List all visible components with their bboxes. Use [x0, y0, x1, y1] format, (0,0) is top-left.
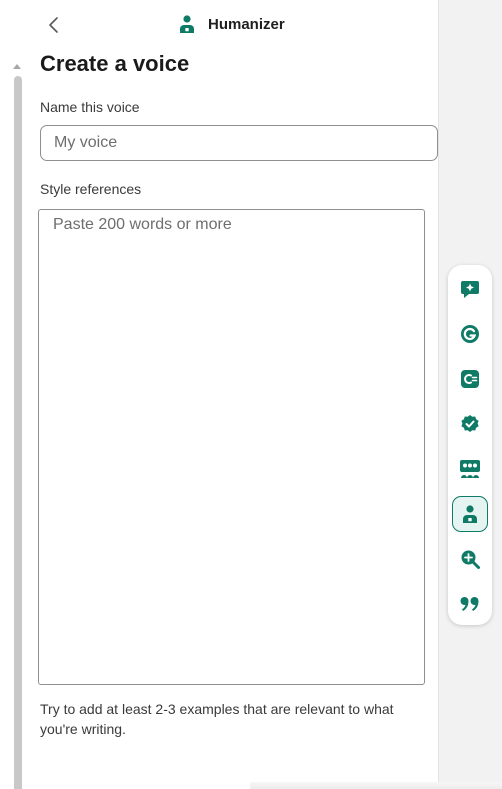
style-references-textarea[interactable]	[38, 209, 425, 685]
rail-button-humanizer[interactable]	[452, 496, 488, 532]
tool-rail	[448, 265, 492, 625]
humanizer-person-icon	[463, 505, 477, 523]
name-label: Name this voice	[40, 99, 140, 115]
search-plus-icon	[461, 550, 480, 569]
panel-header: Humanizer	[26, 0, 438, 50]
humanizer-panel: Humanizer Create a voice Name this voice…	[26, 0, 438, 789]
header-title-group: Humanizer	[178, 14, 285, 34]
style-references-label: Style references	[40, 181, 142, 197]
rail-button-audience[interactable]	[452, 451, 488, 487]
audience-icon	[460, 460, 480, 478]
bottom-shadow	[250, 782, 502, 789]
paraphrase-icon	[461, 370, 479, 388]
rail-button-citations[interactable]	[452, 586, 488, 622]
rail-button-verify[interactable]	[452, 406, 488, 442]
header-title: Humanizer	[208, 15, 285, 33]
rail-button-ai-chat[interactable]	[452, 271, 488, 307]
ai-chat-icon	[461, 281, 479, 298]
person-icon	[180, 15, 194, 33]
page-title: Create a voice	[40, 51, 190, 76]
scroll-thumb[interactable]	[14, 76, 22, 789]
rail-button-ai-detector[interactable]	[452, 541, 488, 577]
verified-check-icon	[461, 415, 479, 432]
hint-text: Try to add at least 2-3 examples that ar…	[40, 701, 394, 737]
quote-icon	[460, 597, 479, 611]
back-button[interactable]	[44, 13, 64, 37]
scroll-up-arrow-icon[interactable]	[13, 64, 21, 69]
voice-name-input[interactable]	[40, 125, 438, 161]
rail-button-grammarly[interactable]	[452, 316, 488, 352]
grammarly-icon	[461, 325, 479, 343]
rail-button-paraphrase[interactable]	[452, 361, 488, 397]
scrollbar[interactable]	[0, 0, 27, 789]
chevron-left-icon	[49, 17, 58, 33]
